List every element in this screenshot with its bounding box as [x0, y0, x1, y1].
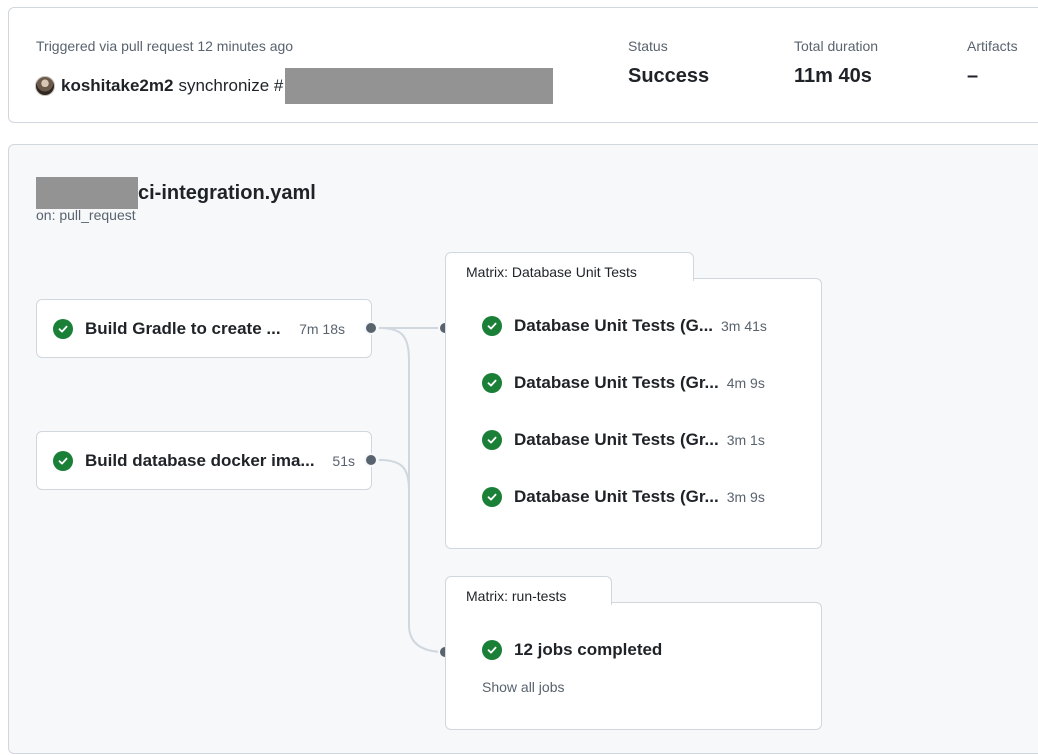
connector-docker-to-run: [378, 459, 410, 625]
job-build-docker[interactable]: Build database docker ima... 51s: [36, 431, 372, 490]
matrix-job-row[interactable]: Database Unit Tests (Gr... 3m 9s: [482, 487, 787, 507]
status-value: Success: [628, 65, 710, 87]
job-name: Database Unit Tests (Gr...: [514, 430, 719, 449]
trigger-label: Triggered via pull request 12 minutes ag…: [36, 38, 294, 54]
job-duration: 7m 18s: [299, 320, 345, 337]
check-icon: [482, 430, 502, 450]
matrix-job-row[interactable]: Database Unit Tests (Gr... 4m 9s: [482, 373, 787, 393]
trigger-action: synchronize #: [178, 76, 284, 95]
matrix-job-row[interactable]: Database Unit Tests (Gr... 3m 1s: [482, 430, 787, 450]
workflow-file[interactable]: ci-integration.yaml: [138, 182, 316, 205]
job-name: Database Unit Tests (G...: [514, 316, 714, 335]
matrix-job-row[interactable]: Database Unit Tests (G... 3m 41s: [482, 316, 787, 336]
duration-label: Total duration: [794, 38, 879, 54]
matrix-run-tests: Matrix: run-tests 12 jobs completed Show…: [445, 576, 822, 730]
workflow-title: ci-integration.yaml: [36, 177, 316, 209]
job-duration: 3m 9s: [726, 489, 765, 505]
job-name: Database Unit Tests (Gr...: [514, 373, 719, 392]
check-icon: [482, 373, 502, 393]
job-build-gradle[interactable]: Build Gradle to create ... 7m 18s: [36, 299, 372, 358]
output-node: [364, 321, 378, 335]
matrix-title: Matrix: run-tests: [445, 576, 612, 605]
matrix-database-unit-tests: Matrix: Database Unit Tests Database Uni…: [445, 252, 822, 549]
matrix-summary-row: 12 jobs completed: [482, 640, 787, 660]
jobs-completed-label: 12 jobs completed: [514, 640, 663, 659]
status-stat: Status Success: [628, 38, 709, 88]
matrix-title: Matrix: Database Unit Tests: [445, 252, 694, 281]
workflow-graph: ci-integration.yaml on: pull_request Bui…: [8, 144, 1038, 754]
duration-stat: Total duration 11m 40s: [794, 38, 878, 88]
run-summary-card: Triggered via pull request 12 minutes ag…: [8, 7, 1038, 123]
duration-value: 11m 40s: [794, 65, 872, 87]
job-duration: 51s: [332, 452, 355, 469]
artifacts-stat: Artifacts –: [967, 38, 1018, 88]
user-link[interactable]: koshitake2m2: [61, 76, 173, 96]
artifacts-label: Artifacts: [967, 38, 1018, 54]
job-name: Build database docker ima...: [85, 450, 315, 470]
job-duration: 3m 1s: [726, 432, 765, 448]
artifacts-value: –: [967, 65, 979, 87]
matrix-body: 12 jobs completed Show all jobs: [445, 602, 822, 730]
user-avatar[interactable]: [35, 76, 55, 96]
job-name: Build Gradle to create ...: [85, 318, 281, 338]
check-icon: [482, 487, 502, 507]
matrix-body: Database Unit Tests (G... 3m 41s Databas…: [445, 278, 822, 549]
redacted-pr-title: [285, 68, 554, 104]
output-node: [364, 453, 378, 467]
check-icon: [482, 640, 502, 660]
trigger-line: koshitake2m2 synchronize #: [35, 68, 554, 104]
job-duration: 3m 41s: [721, 318, 767, 334]
show-all-jobs-link[interactable]: Show all jobs: [482, 679, 565, 695]
redacted-workflow-prefix: [36, 177, 138, 209]
job-name: Database Unit Tests (Gr...: [514, 487, 719, 506]
workflow-trigger: on: pull_request: [36, 207, 136, 223]
check-icon: [53, 450, 73, 471]
status-label: Status: [628, 38, 668, 54]
job-duration: 4m 9s: [726, 375, 765, 391]
check-icon: [53, 318, 73, 339]
connector-build-to-run: [378, 327, 446, 653]
check-icon: [482, 316, 502, 336]
